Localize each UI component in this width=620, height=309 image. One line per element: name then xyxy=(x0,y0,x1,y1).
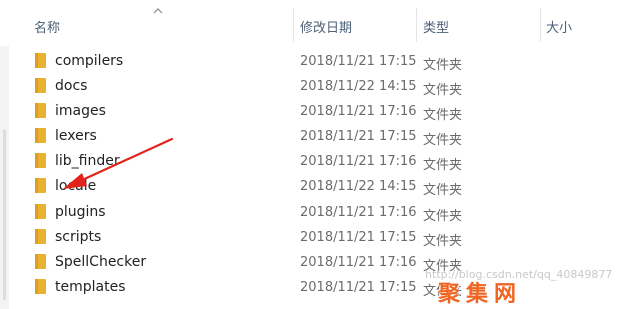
column-divider[interactable] xyxy=(416,8,417,42)
file-type: 文件夹 xyxy=(423,233,463,249)
file-name: lib_finder xyxy=(55,153,120,170)
file-name: lexers xyxy=(55,128,97,145)
file-type: 文件夹 xyxy=(423,158,463,174)
file-name: SpellChecker xyxy=(55,253,147,270)
file-type: 文件夹 xyxy=(423,58,463,73)
column-header-type[interactable]: 类型 xyxy=(423,17,449,36)
file-date-modified: 2018/11/22 14:15 xyxy=(300,179,417,195)
column-header-size[interactable]: 大小 xyxy=(546,17,572,36)
folder-icon xyxy=(35,103,46,119)
list-item[interactable]: lexers 2018/11/21 17:15 文件夹 xyxy=(0,124,620,149)
file-name: compilers xyxy=(55,53,124,69)
list-item[interactable]: images 2018/11/21 17:16 文件夹 xyxy=(0,99,620,124)
folder-icon xyxy=(35,153,46,169)
file-type: 文件夹 xyxy=(423,108,463,124)
column-divider[interactable] xyxy=(293,8,294,42)
column-header-name[interactable]: 名称 xyxy=(34,17,60,36)
file-date-modified: 2018/11/21 17:15 xyxy=(300,54,417,69)
folder-icon xyxy=(35,128,46,144)
sort-ascending-icon xyxy=(153,8,163,14)
folder-icon xyxy=(35,178,46,194)
watermark-logo: 聚集网 xyxy=(438,282,523,307)
column-header-bar: 名称 修改日期 类型 大小 xyxy=(0,0,620,46)
file-date-modified: 2018/11/21 17:16 xyxy=(300,204,417,220)
folder-icon xyxy=(35,278,46,294)
list-item[interactable]: plugins 2018/11/21 17:16 文件夹 xyxy=(0,200,620,225)
folder-icon xyxy=(35,228,46,244)
file-name: scripts xyxy=(55,228,102,245)
list-item[interactable]: scripts 2018/11/21 17:15 文件夹 xyxy=(0,225,620,250)
file-type: 文件夹 xyxy=(423,208,463,224)
file-name: locale xyxy=(55,178,97,195)
file-type: 文件夹 xyxy=(423,83,463,99)
file-date-modified: 2018/11/21 17:15 xyxy=(300,229,417,245)
list-item[interactable]: docs 2018/11/22 14:15 文件夹 xyxy=(0,74,620,99)
file-type: 文件夹 xyxy=(423,183,463,199)
folder-icon xyxy=(35,53,46,68)
file-name: docs xyxy=(55,78,88,95)
file-date-modified: 2018/11/22 14:15 xyxy=(300,79,417,95)
column-header-date-modified[interactable]: 修改日期 xyxy=(300,17,352,36)
folder-icon xyxy=(35,203,46,219)
file-date-modified: 2018/11/21 17:16 xyxy=(300,254,417,270)
file-list: compilers 2018/11/21 17:15 文件夹 docs 2018… xyxy=(0,49,620,300)
column-divider[interactable] xyxy=(540,8,541,42)
file-date-modified: 2018/11/21 17:15 xyxy=(300,279,417,295)
file-type: 文件夹 xyxy=(423,133,463,149)
file-name: templates xyxy=(55,278,126,295)
file-name: images xyxy=(55,103,106,120)
list-item[interactable]: lib_finder 2018/11/21 17:16 文件夹 xyxy=(0,149,620,174)
file-date-modified: 2018/11/21 17:15 xyxy=(300,129,417,145)
file-date-modified: 2018/11/21 17:16 xyxy=(300,104,417,120)
list-item[interactable]: compilers 2018/11/21 17:15 文件夹 xyxy=(0,49,620,74)
file-name: plugins xyxy=(55,203,106,220)
folder-icon xyxy=(35,78,46,94)
file-date-modified: 2018/11/21 17:16 xyxy=(300,154,417,170)
folder-icon xyxy=(35,253,46,269)
file-explorer-window: 名称 修改日期 类型 大小 compilers 2018/11/21 17:15… xyxy=(0,0,620,309)
list-item[interactable]: locale 2018/11/22 14:15 文件夹 xyxy=(0,174,620,199)
